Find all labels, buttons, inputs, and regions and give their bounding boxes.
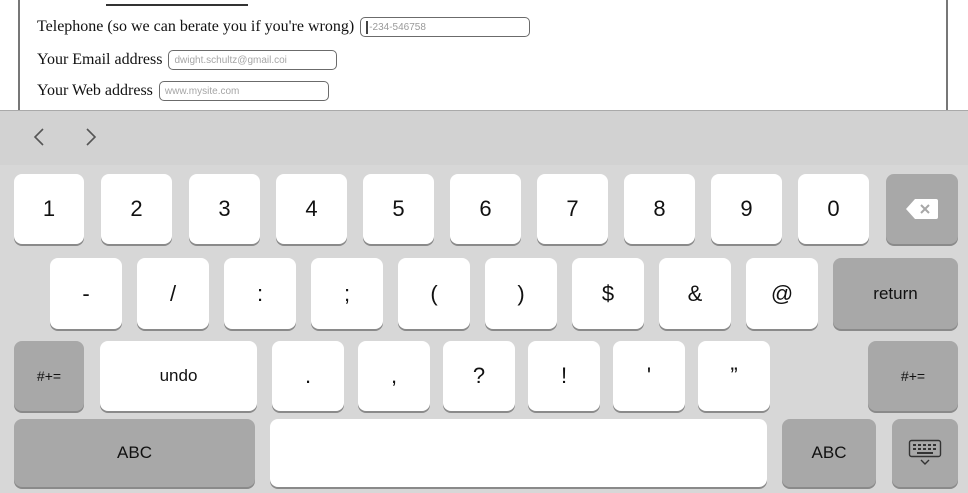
key-colon[interactable]: : — [224, 258, 296, 329]
key-1[interactable]: 1 — [14, 174, 84, 244]
telephone-input[interactable]: -234-546758 — [360, 17, 531, 37]
web-input[interactable]: www.mysite.com — [158, 81, 329, 101]
key-at[interactable]: @ — [746, 258, 818, 329]
telephone-row: Telephone (so we can berate you if you'r… — [37, 16, 531, 38]
key-apostrophe[interactable]: ' — [613, 341, 685, 411]
email-placeholder: dwight.schultz@gmail.coi — [174, 54, 287, 66]
delete-key[interactable] — [886, 174, 958, 244]
abc-key-right[interactable]: ABC — [782, 419, 876, 487]
email-label: Your Email address — [37, 51, 163, 68]
shift-symbols-key-right[interactable]: #+= — [868, 341, 958, 411]
shift-symbols-key-left[interactable]: #+= — [14, 341, 84, 411]
key-3[interactable]: 3 — [189, 174, 260, 244]
backspace-icon — [906, 199, 938, 219]
key-6[interactable]: 6 — [450, 174, 521, 244]
key-2[interactable]: 2 — [101, 174, 172, 244]
key-dollar[interactable]: $ — [572, 258, 644, 329]
key-7[interactable]: 7 — [537, 174, 608, 244]
space-key[interactable] — [270, 419, 767, 487]
return-key[interactable]: return — [833, 258, 958, 329]
chevron-right-icon[interactable] — [78, 125, 102, 149]
undo-key[interactable]: undo — [100, 341, 257, 411]
key-semicolon[interactable]: ; — [311, 258, 383, 329]
key-period[interactable]: . — [272, 341, 344, 411]
page-border-right — [946, 0, 948, 110]
key-question[interactable]: ? — [443, 341, 515, 411]
key-hyphen[interactable]: - — [50, 258, 122, 329]
key-4[interactable]: 4 — [276, 174, 347, 244]
web-form: Telephone (so we can berate you if you'r… — [0, 0, 968, 110]
key-0[interactable]: 0 — [798, 174, 869, 244]
previous-field-underline — [106, 4, 248, 6]
key-slash[interactable]: / — [137, 258, 209, 329]
key-ampersand[interactable]: & — [659, 258, 731, 329]
keyboard-accessory-bar — [0, 110, 968, 165]
web-label: Your Web address — [37, 82, 153, 99]
web-row: Your Web address www.mysite.com — [37, 80, 329, 102]
key-exclamation[interactable]: ! — [528, 341, 600, 411]
page-border-left — [18, 0, 20, 110]
key-comma[interactable]: , — [358, 341, 430, 411]
chevron-left-icon[interactable] — [28, 125, 52, 149]
web-placeholder: www.mysite.com — [164, 85, 240, 97]
keyboard-dismiss-icon — [908, 439, 942, 465]
email-input[interactable]: dwight.schultz@gmail.coi — [168, 50, 338, 70]
key-9[interactable]: 9 — [711, 174, 782, 244]
dismiss-keyboard-key[interactable] — [892, 419, 958, 487]
key-close-paren[interactable]: ) — [485, 258, 557, 329]
key-open-paren[interactable]: ( — [398, 258, 470, 329]
text-caret — [366, 20, 369, 34]
key-5[interactable]: 5 — [363, 174, 434, 244]
keyboard: 1 2 3 4 5 6 7 8 9 0 - / : ; ( ) $ & @ re… — [0, 164, 968, 493]
abc-key-left[interactable]: ABC — [14, 419, 255, 487]
telephone-label: Telephone (so we can berate you if you'r… — [37, 18, 355, 35]
key-quote[interactable]: ” — [698, 341, 770, 411]
telephone-value: -234-546758 — [369, 21, 426, 33]
email-row: Your Email address dwight.schultz@gmail.… — [37, 49, 338, 71]
key-8[interactable]: 8 — [624, 174, 695, 244]
